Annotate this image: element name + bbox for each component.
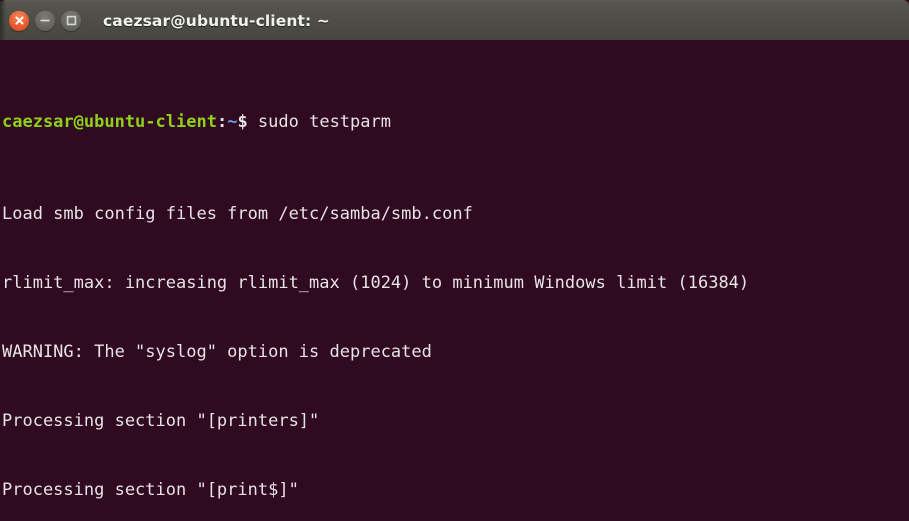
prompt-command: sudo testparm [247,112,391,132]
close-button[interactable] [9,10,29,31]
prompt-user-host: caezsar@ubuntu-client [2,112,217,132]
terminal-window: caezsar@ubuntu-client: ~ caezsar@ubuntu-… [0,0,909,521]
window-controls [9,10,81,31]
window-titlebar[interactable]: caezsar@ubuntu-client: ~ [0,0,909,41]
prompt-path: ~ [227,112,238,132]
output-line: Load smb config files from /etc/samba/sm… [2,204,473,224]
maximize-button[interactable] [61,10,81,31]
minimize-button[interactable] [35,10,55,31]
window-title: caezsar@ubuntu-client: ~ [103,11,330,30]
command-prompt-line: caezsar@ubuntu-client:~$ sudo testparm [2,111,909,134]
minimize-icon [40,19,50,22]
terminal-output-area[interactable]: caezsar@ubuntu-client:~$ sudo testparm L… [0,40,909,521]
output-line: Processing section "[print$]" [2,480,299,500]
prompt-colon: : [216,112,228,132]
output-line: Processing section "[printers]" [2,411,320,431]
close-icon [14,16,24,25]
maximize-icon [66,15,76,26]
output-line: rlimit_max: increasing rlimit_max (1024)… [2,273,750,293]
prompt-dollar: $ [237,112,248,132]
output-line: WARNING: The "syslog" option is deprecat… [2,342,432,362]
